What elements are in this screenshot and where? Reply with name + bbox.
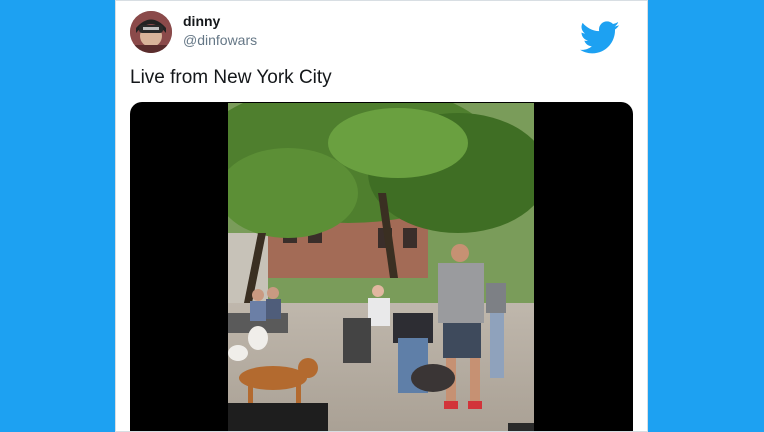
avatar[interactable] — [130, 11, 172, 53]
tweet-card[interactable]: dinny @dinfowars Live from New York City — [115, 0, 648, 432]
avatar-image — [130, 11, 172, 53]
screenshot-frame: dinny @dinfowars Live from New York City — [0, 0, 764, 432]
user-handle[interactable]: @dinfowars — [183, 32, 257, 48]
video-frame — [228, 103, 534, 431]
tweet-video[interactable] — [130, 102, 633, 431]
display-name[interactable]: dinny — [183, 13, 220, 29]
tweet-text: Live from New York City — [130, 67, 332, 88]
twitter-bird-icon[interactable] — [580, 21, 620, 55]
